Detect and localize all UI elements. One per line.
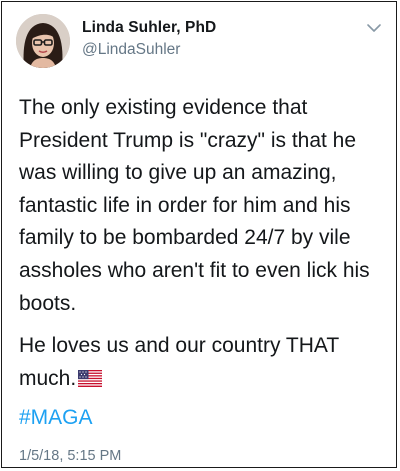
tweet-paragraph-2: He loves us and our country THAT much.	[19, 330, 383, 397]
tweet-paragraph-1: The only existing evidence that Presiden…	[19, 96, 370, 315]
tweet-card: Linda Suhler, PhD @LindaSuhler The only …	[1, 1, 397, 468]
hashtag-link[interactable]: #MAGA	[19, 406, 93, 430]
author-name[interactable]: Linda Suhler, PhD	[82, 19, 216, 37]
avatar[interactable]	[16, 14, 70, 68]
author-handle[interactable]: @LindaSuhler	[82, 41, 180, 59]
tweet-paragraph-2-text: He loves us and our country THAT much.	[19, 334, 339, 390]
profile-photo-icon	[16, 14, 70, 68]
tweet-header: Linda Suhler, PhD @LindaSuhler	[2, 2, 396, 78]
tweet-timestamp[interactable]: 1/5/18, 5:15 PM	[19, 448, 121, 464]
us-flag-icon	[78, 365, 103, 398]
chevron-down-icon[interactable]	[366, 22, 382, 34]
tweet-text: The only existing evidence that Presiden…	[19, 92, 383, 320]
